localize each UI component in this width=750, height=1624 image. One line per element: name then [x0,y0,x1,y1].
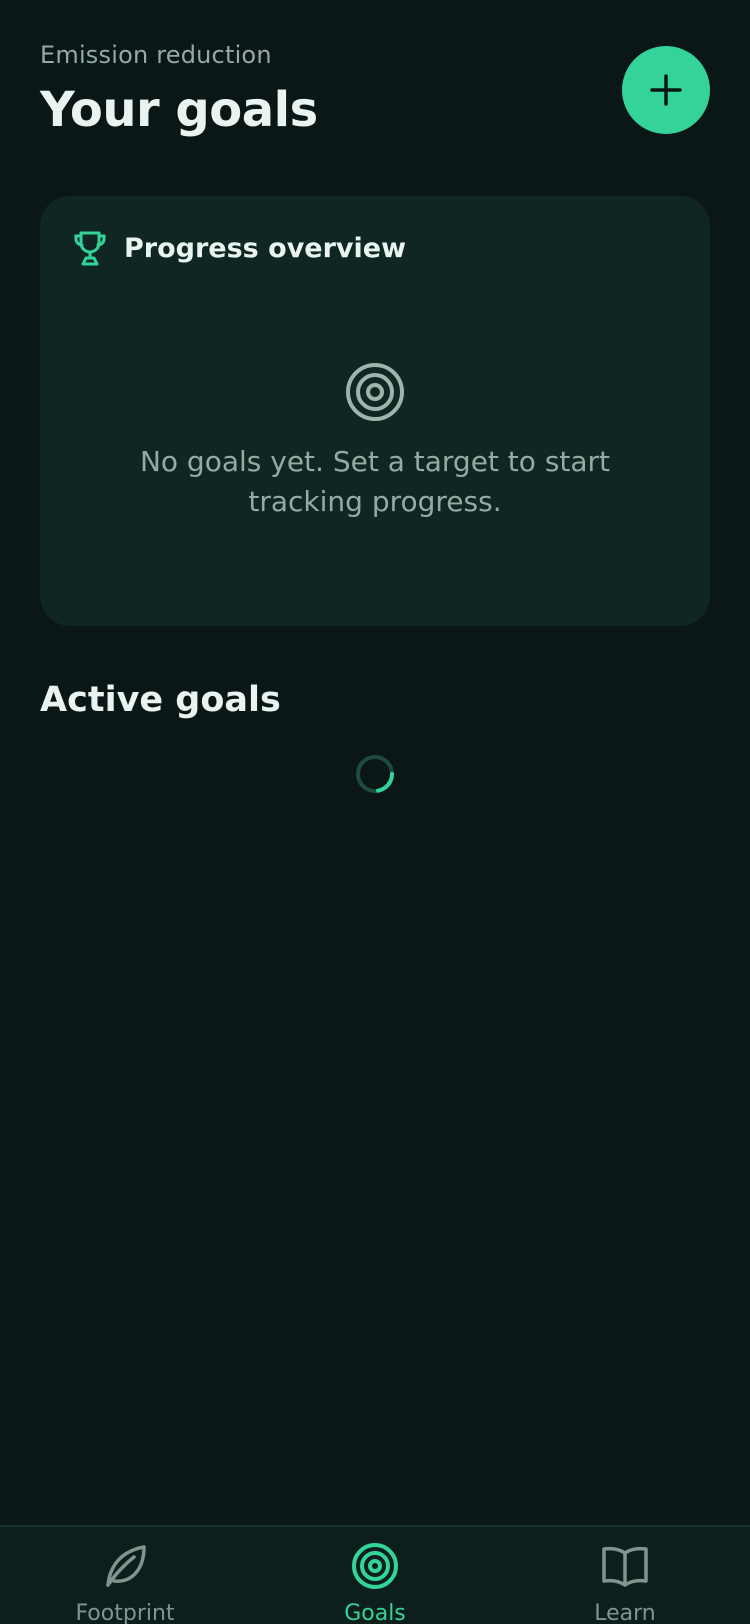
active-goals-title: Active goals [40,680,281,720]
page-eyebrow: Emission reduction [40,41,272,69]
target-icon [352,1543,398,1589]
tab-learn-label: Learn [594,1601,656,1624]
tab-learn[interactable]: Learn [525,1541,725,1624]
bottom-tab-bar: Footprint Goals Learn [0,1525,750,1624]
tab-footprint[interactable]: Footprint [25,1541,225,1624]
trophy-icon [74,231,106,266]
book-icon [602,1546,648,1587]
progress-overview-title: Progress overview [124,232,407,264]
target-icon [346,363,404,421]
loading-spinner-icon [356,755,394,793]
empty-state-text: No goals yet. Set a target to start trac… [139,445,611,518]
page-header: Emission reduction Your goals [40,38,710,148]
empty-state: No goals yet. Set a target to start trac… [80,362,670,522]
progress-overview-header: Progress overview [72,228,406,268]
plus-icon [650,74,682,106]
tab-goals[interactable]: Goals [275,1541,475,1624]
add-goal-button[interactable] [622,46,710,134]
page-title: Your goals [40,82,318,138]
leaf-icon [106,1545,146,1587]
tab-goals-label: Goals [344,1601,406,1624]
tab-footprint-label: Footprint [75,1601,175,1624]
progress-overview-card: Progress overview No goals yet. Set a ta… [40,196,710,626]
